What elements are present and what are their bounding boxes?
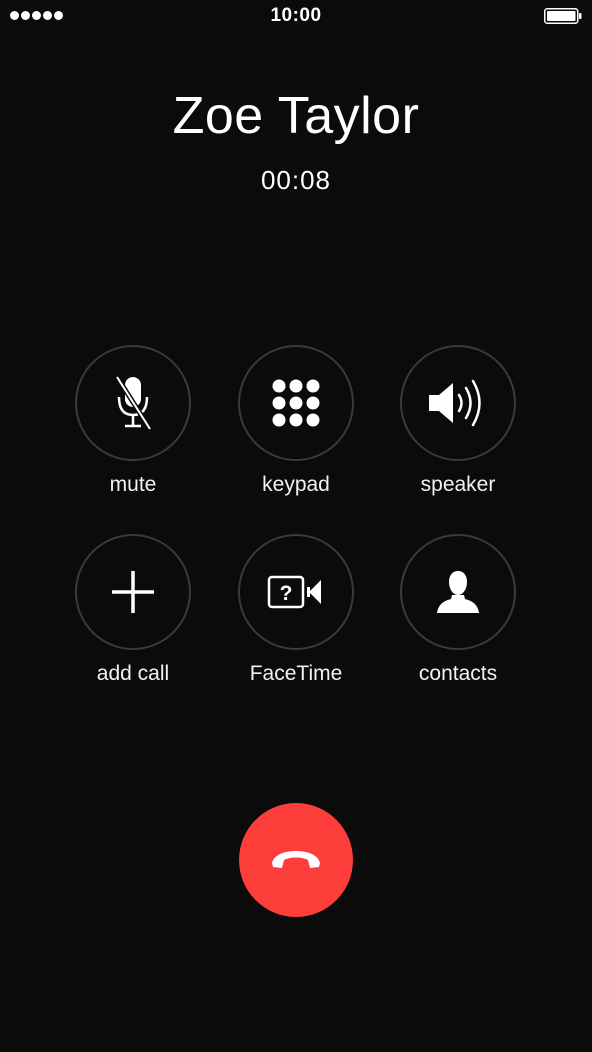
keypad-grid-icon: [272, 379, 320, 427]
end-call-button[interactable]: [239, 803, 353, 917]
facetime-unavailable-icon: ?: [267, 575, 321, 609]
speaker-button[interactable]: speaker: [378, 345, 538, 515]
status-time: 10:00: [270, 5, 322, 26]
mute-label: mute: [109, 473, 157, 496]
mute-button[interactable]: mute: [53, 345, 213, 515]
facetime-button-circle[interactable]: ?: [238, 534, 354, 650]
plus-icon: [112, 571, 154, 613]
call-duration: 00:08: [260, 165, 332, 195]
contacts-button-circle[interactable]: [400, 534, 516, 650]
person-silhouette-icon: [437, 571, 479, 613]
mute-button-circle[interactable]: [75, 345, 191, 461]
caller-name: Zoe Taylor: [172, 87, 420, 145]
phone-hangup-icon: [272, 851, 320, 868]
svg-text:?: ?: [280, 582, 293, 605]
keypad-button-circle[interactable]: [238, 345, 354, 461]
keypad-label: keypad: [262, 473, 330, 496]
microphone-muted-icon: [114, 375, 153, 431]
contacts-label: contacts: [418, 662, 498, 685]
contacts-button[interactable]: contacts: [378, 534, 538, 704]
add-call-label: add call: [96, 662, 170, 685]
battery-full-icon: [544, 8, 582, 24]
status-bar: 10:00: [0, 0, 592, 34]
facetime-label: FaceTime: [249, 662, 343, 685]
facetime-button[interactable]: ? FaceTime: [216, 534, 376, 704]
speaker-button-circle[interactable]: [400, 345, 516, 461]
add-call-button-circle[interactable]: [75, 534, 191, 650]
speaker-label: speaker: [420, 473, 496, 496]
keypad-button[interactable]: keypad: [216, 345, 376, 515]
add-call-button[interactable]: add call: [53, 534, 213, 704]
speaker-icon: [429, 379, 481, 427]
